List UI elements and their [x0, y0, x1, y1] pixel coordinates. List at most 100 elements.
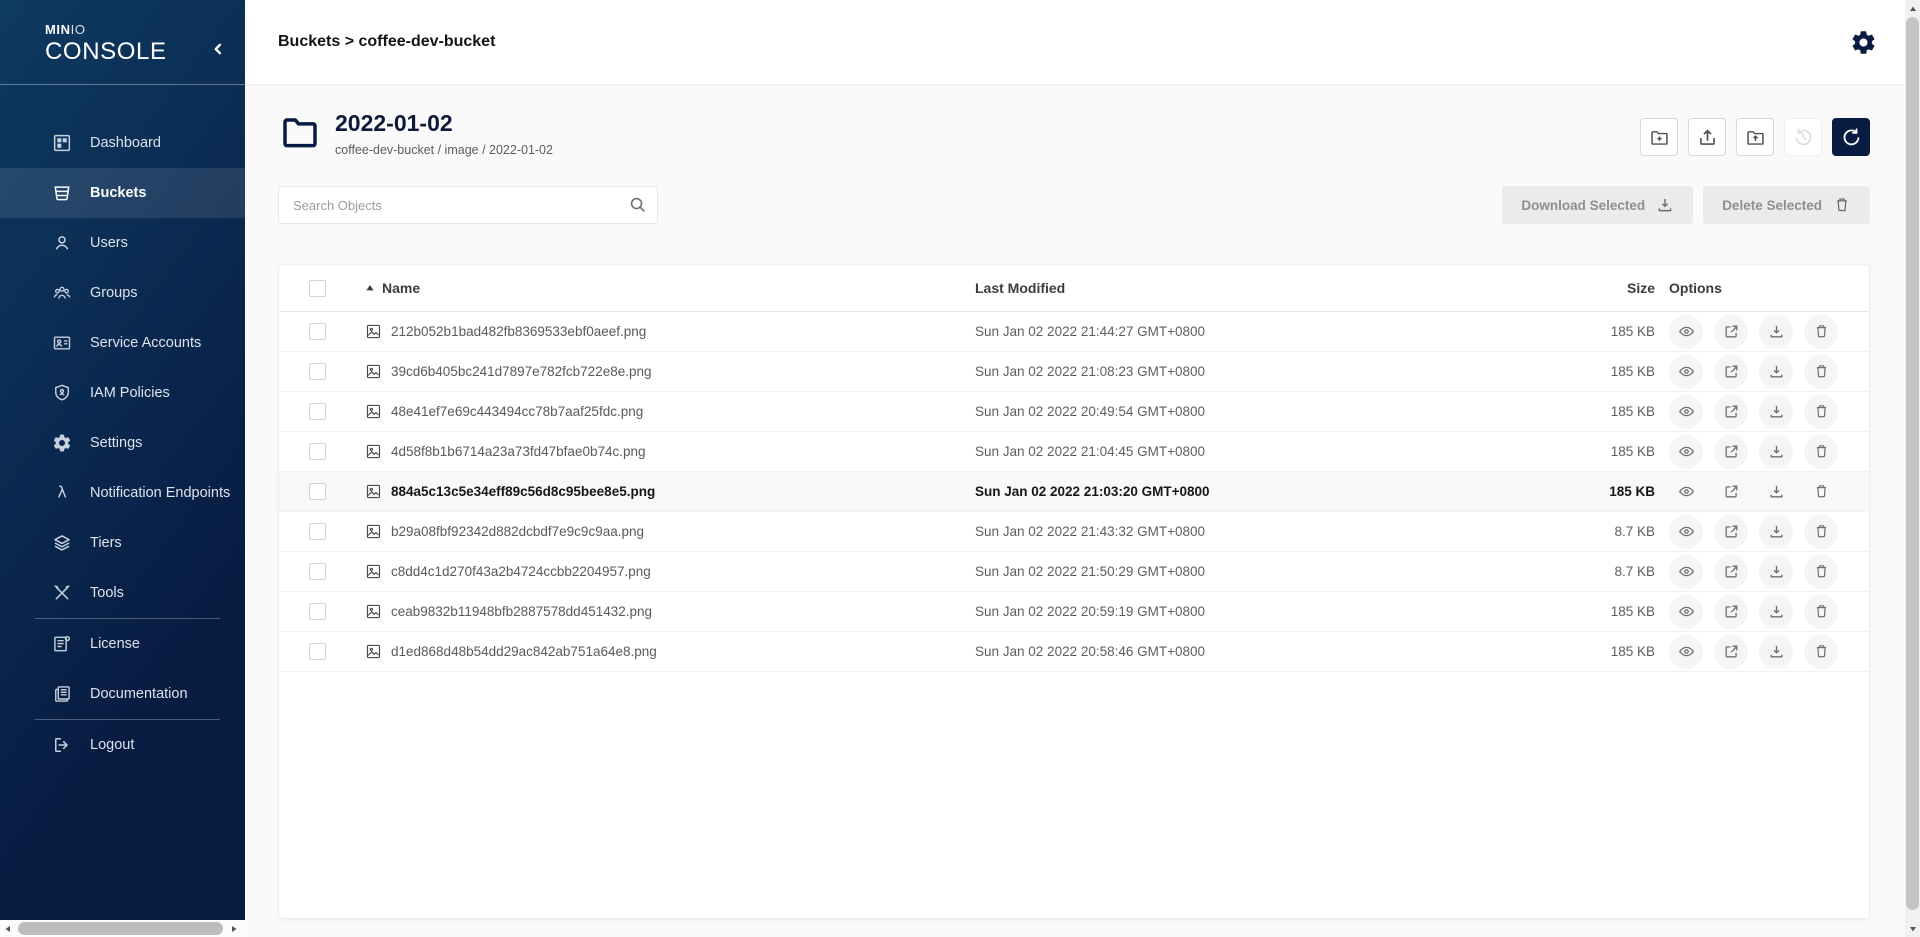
sidebar-collapse-button[interactable] — [205, 36, 231, 62]
row-checkbox[interactable] — [309, 563, 326, 580]
object-name[interactable]: 212b052b1bad482fb8369533ebf0aeef.png — [391, 324, 646, 339]
delete-object-button[interactable] — [1804, 355, 1838, 389]
share-object-button[interactable] — [1714, 315, 1748, 349]
sidebar-item-tiers[interactable]: Tiers — [0, 518, 245, 568]
sidebar-item-documentation[interactable]: Documentation — [0, 669, 245, 719]
rewind-button[interactable] — [1784, 118, 1822, 156]
preview-object-button[interactable] — [1669, 435, 1703, 469]
preview-object-button[interactable] — [1669, 475, 1703, 509]
table-row[interactable]: 39cd6b405bc241d7897e782fcb722e8e.png Sun… — [279, 352, 1869, 392]
object-name[interactable]: 48e41ef7e69c443494cc78b7aaf25fdc.png — [391, 404, 643, 419]
share-object-button[interactable] — [1714, 355, 1748, 389]
share-object-button[interactable] — [1714, 555, 1748, 589]
sidebar-item-notification-endpoints[interactable]: λ Notification Endpoints — [0, 468, 245, 518]
selection-buttons: Download Selected Delete Selected — [1502, 186, 1870, 224]
download-object-button[interactable] — [1759, 515, 1793, 549]
delete-object-button[interactable] — [1804, 555, 1838, 589]
object-name[interactable]: 39cd6b405bc241d7897e782fcb722e8e.png — [391, 364, 652, 379]
download-object-button[interactable] — [1759, 595, 1793, 629]
object-name[interactable]: 884a5c13c5e34eff89c56d8c95bee8e5.png — [391, 484, 655, 499]
vertical-scrollbar-thumb[interactable] — [1906, 17, 1919, 910]
column-header-last-modified[interactable]: Last Modified — [975, 280, 1537, 296]
delete-object-button[interactable] — [1804, 435, 1838, 469]
object-name[interactable]: 4d58f8b1b6714a23a73fd47bfae0b74c.png — [391, 444, 646, 459]
delete-selected-button[interactable]: Delete Selected — [1703, 186, 1870, 224]
refresh-button[interactable] — [1832, 118, 1870, 156]
delete-object-button[interactable] — [1804, 635, 1838, 669]
object-name[interactable]: ceab9832b11948bfb2887578dd451432.png — [391, 604, 652, 619]
scroll-right-button[interactable] — [226, 920, 241, 937]
row-checkbox[interactable] — [309, 363, 326, 380]
object-name[interactable]: d1ed868d48b54dd29ac842ab751a64e8.png — [391, 644, 657, 659]
sidebar-item-groups[interactable]: Groups — [0, 268, 245, 318]
new-path-button[interactable] — [1640, 118, 1678, 156]
upload-file-button[interactable] — [1688, 118, 1726, 156]
horizontal-scrollbar[interactable] — [0, 920, 245, 937]
row-checkbox[interactable] — [309, 523, 326, 540]
sidebar-item-tools[interactable]: Tools — [0, 568, 245, 618]
preview-object-button[interactable] — [1669, 315, 1703, 349]
sidebar-item-buckets[interactable]: Buckets — [0, 168, 245, 218]
horizontal-scrollbar-thumb[interactable] — [18, 922, 223, 935]
column-header-name[interactable]: Name — [365, 280, 975, 296]
row-checkbox[interactable] — [309, 323, 326, 340]
table-row[interactable]: 212b052b1bad482fb8369533ebf0aeef.png Sun… — [279, 312, 1869, 352]
preview-object-button[interactable] — [1669, 555, 1703, 589]
download-object-button[interactable] — [1759, 435, 1793, 469]
sidebar-item-dashboard[interactable]: Dashboard — [0, 118, 245, 168]
table-row[interactable]: 4d58f8b1b6714a23a73fd47bfae0b74c.png Sun… — [279, 432, 1869, 472]
table-row[interactable]: c8dd4c1d270f43a2b4724ccbb2204957.png Sun… — [279, 552, 1869, 592]
table-row[interactable]: ceab9832b11948bfb2887578dd451432.png Sun… — [279, 592, 1869, 632]
download-object-button[interactable] — [1759, 355, 1793, 389]
preview-object-button[interactable] — [1669, 635, 1703, 669]
upload-folder-button[interactable] — [1736, 118, 1774, 156]
download-object-button[interactable] — [1759, 315, 1793, 349]
scroll-down-button[interactable] — [1905, 920, 1920, 937]
table-row[interactable]: 884a5c13c5e34eff89c56d8c95bee8e5.png Sun… — [279, 472, 1869, 512]
download-object-button[interactable] — [1759, 475, 1793, 509]
table-row[interactable]: b29a08fbf92342d882dcbdf7e9c9c9aa.png Sun… — [279, 512, 1869, 552]
download-object-button[interactable] — [1759, 555, 1793, 589]
sidebar-item-logout[interactable]: Logout — [0, 720, 245, 770]
scroll-up-button[interactable] — [1905, 0, 1920, 17]
search-input[interactable] — [278, 186, 658, 224]
preview-object-button[interactable] — [1669, 515, 1703, 549]
download-object-button[interactable] — [1759, 395, 1793, 429]
row-checkbox[interactable] — [309, 483, 326, 500]
share-object-button[interactable] — [1714, 515, 1748, 549]
table-row[interactable]: d1ed868d48b54dd29ac842ab751a64e8.png Sun… — [279, 632, 1869, 672]
share-object-button[interactable] — [1714, 635, 1748, 669]
object-name[interactable]: b29a08fbf92342d882dcbdf7e9c9c9aa.png — [391, 524, 644, 539]
row-checkbox[interactable] — [309, 443, 326, 460]
delete-object-button[interactable] — [1804, 515, 1838, 549]
sidebar-item-license[interactable]: License — [0, 619, 245, 669]
delete-object-button[interactable] — [1804, 475, 1838, 509]
preview-object-button[interactable] — [1669, 355, 1703, 389]
row-checkbox[interactable] — [309, 403, 326, 420]
preview-object-button[interactable] — [1669, 395, 1703, 429]
breadcrumb[interactable]: Buckets > coffee-dev-bucket — [278, 33, 495, 51]
delete-object-button[interactable] — [1804, 595, 1838, 629]
share-object-button[interactable] — [1714, 475, 1748, 509]
sidebar-item-iam-policies[interactable]: IAM Policies — [0, 368, 245, 418]
download-object-button[interactable] — [1759, 635, 1793, 669]
row-checkbox[interactable] — [309, 603, 326, 620]
share-object-button[interactable] — [1714, 435, 1748, 469]
object-name[interactable]: c8dd4c1d270f43a2b4724ccbb2204957.png — [391, 564, 651, 579]
row-checkbox[interactable] — [309, 643, 326, 660]
delete-object-button[interactable] — [1804, 395, 1838, 429]
preferences-button[interactable] — [1850, 27, 1880, 57]
sidebar-item-settings[interactable]: Settings — [0, 418, 245, 468]
scroll-left-button[interactable] — [0, 920, 15, 937]
share-object-button[interactable] — [1714, 595, 1748, 629]
table-row[interactable]: 48e41ef7e69c443494cc78b7aaf25fdc.png Sun… — [279, 392, 1869, 432]
sidebar-item-users[interactable]: Users — [0, 218, 245, 268]
delete-object-button[interactable] — [1804, 315, 1838, 349]
sidebar-item-service-accounts[interactable]: Service Accounts — [0, 318, 245, 368]
column-header-size[interactable]: Size — [1537, 280, 1657, 296]
preview-object-button[interactable] — [1669, 595, 1703, 629]
vertical-scrollbar[interactable] — [1905, 0, 1920, 937]
select-all-checkbox[interactable] — [309, 280, 326, 297]
share-object-button[interactable] — [1714, 395, 1748, 429]
download-selected-button[interactable]: Download Selected — [1502, 186, 1693, 224]
